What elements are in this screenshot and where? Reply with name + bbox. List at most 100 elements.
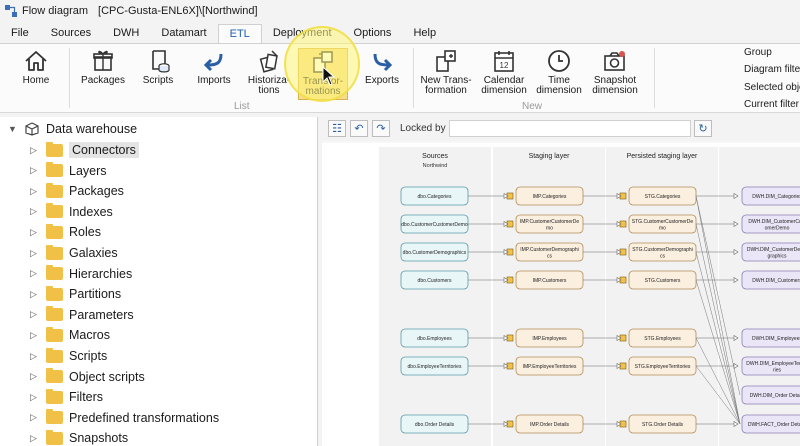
app-icon <box>5 5 17 17</box>
expand-icon[interactable]: ▷ <box>30 165 40 176</box>
diagram-canvas[interactable]: Sources Staging layer Persisted staging la… <box>322 143 800 446</box>
tree-item[interactable]: ▷ Layers <box>30 161 107 181</box>
tree-item[interactable]: ▷ Hierarchies <box>30 264 132 284</box>
layer-title: Persisted staging layer <box>627 153 698 160</box>
folder-icon <box>46 326 63 342</box>
tree-item[interactable]: ▷ Indexes <box>30 202 113 222</box>
expand-icon[interactable]: ▷ <box>30 309 40 320</box>
node-label: dbo.CustomerCustomerDemo <box>401 222 468 228</box>
list-view-button[interactable]: ☷ <box>328 120 346 137</box>
selected-objects-label[interactable]: Selected objects <box>744 82 800 93</box>
node-label: STG.CustomerDemographi <box>632 247 693 253</box>
tab-help[interactable]: Help <box>402 24 447 44</box>
tree-item-label: Indexes <box>69 204 113 219</box>
redo-button[interactable]: ↷ <box>372 120 390 137</box>
folder-icon <box>46 244 63 260</box>
layer-title: Staging layer <box>529 153 571 160</box>
calendar-icon: 12 <box>494 51 514 72</box>
tree-item[interactable]: ▷ Predefined transformations <box>30 408 219 428</box>
group-dropdown-label[interactable]: Group <box>744 47 772 58</box>
historizations-button[interactable]: Historiza- tions <box>244 48 294 100</box>
refresh-button[interactable]: ↻ <box>694 120 712 137</box>
tab-datamart[interactable]: Datamart <box>150 24 217 44</box>
node-label: DWH.DIM_Categories <box>752 194 800 200</box>
flow-diagram-panel: ☷ ↶ ↷ Locked by ↻ Sources Staging layer Pe… <box>322 117 800 446</box>
expand-icon[interactable]: ▷ <box>30 289 40 300</box>
node-label: DWH.DIM_Employees <box>752 336 800 342</box>
new-transformation-button[interactable]: New Trans- formation <box>420 48 472 100</box>
tree-item[interactable]: ▷ Connectors <box>30 140 139 160</box>
historizations-label: Historiza- tions <box>247 75 291 96</box>
window-context: [CPC-Gusta-ENL6X]\[Northwind] <box>98 5 258 17</box>
tree-item[interactable]: ▷ Galaxies <box>30 243 118 263</box>
group-separator <box>413 48 414 108</box>
calendar-dimension-button[interactable]: 12 Calendar dimension <box>478 48 530 100</box>
packages-button[interactable]: Packages <box>80 48 126 100</box>
tab-etl[interactable]: ETL <box>217 24 262 44</box>
tab-deployment[interactable]: Deployment <box>262 24 343 44</box>
tree-item[interactable]: ▷ Scripts <box>30 346 107 366</box>
locked-by-field <box>449 120 691 137</box>
undo-button[interactable]: ↶ <box>350 120 368 137</box>
scripts-button[interactable]: Scripts <box>136 48 180 100</box>
expand-icon[interactable]: ▷ <box>30 371 40 382</box>
flow-diagram-window: Flow diagram [CPC-Gusta-ENL6X]\[Northwin… <box>0 0 800 446</box>
expand-icon[interactable]: ▷ <box>30 433 40 444</box>
tree-item[interactable]: ▷ Filters <box>30 387 103 407</box>
object-tree: ▼ Data warehouse ▷ Connectors ▷ Layers ▷ Pack… <box>0 117 318 446</box>
expand-icon[interactable]: ▷ <box>30 227 40 238</box>
expand-icon[interactable]: ▷ <box>30 392 40 403</box>
expand-icon[interactable]: ▷ <box>30 186 40 197</box>
tree-item-label: Layers <box>69 163 107 178</box>
tree-item[interactable]: ▷ Roles <box>30 222 101 242</box>
expand-icon[interactable]: ▷ <box>30 268 40 279</box>
snapshot-dimension-button[interactable]: Snapshot dimension <box>588 48 642 100</box>
tree-item[interactable]: ▷ Parameters <box>30 305 134 325</box>
expand-icon[interactable]: ▷ <box>30 412 40 423</box>
tab-sources[interactable]: Sources <box>40 24 102 44</box>
time-dimension-label: Time dimension <box>536 75 582 96</box>
folder-icon <box>46 203 63 219</box>
cube-icon <box>25 122 39 136</box>
tree-item[interactable]: ▷ Packages <box>30 181 124 201</box>
script-icon <box>152 50 170 73</box>
tab-options[interactable]: Options <box>343 24 403 44</box>
tree-item-label: Macros <box>69 328 110 343</box>
folder-icon <box>46 409 63 425</box>
folder-icon <box>46 141 63 157</box>
time-dimension-button[interactable]: Time dimension <box>534 48 584 100</box>
tree-item-label: Hierarchies <box>69 266 133 281</box>
expand-icon[interactable]: ▷ <box>30 248 40 259</box>
packages-label: Packages <box>81 75 125 86</box>
expand-icon[interactable]: ▷ <box>30 145 40 156</box>
collapse-icon[interactable]: ▼ <box>8 124 18 134</box>
tree-item[interactable]: ▷ Object scripts <box>30 367 145 387</box>
expand-icon[interactable]: ▷ <box>30 351 40 362</box>
export-icon <box>373 53 393 72</box>
tree-item-label: Scripts <box>69 349 108 363</box>
node-label: STG.CustomerCustomerDe <box>632 219 694 225</box>
node-label: STG.EmployeeTerritories <box>635 364 691 370</box>
tab-file[interactable]: File <box>0 24 40 44</box>
exports-button[interactable]: Exports <box>360 48 404 100</box>
expand-icon[interactable]: ▷ <box>30 330 40 341</box>
new-transformation-label: New Trans- formation <box>420 75 472 96</box>
node-label: dbo.Order Details <box>415 422 455 428</box>
redo-icon: ↷ <box>376 123 386 135</box>
current-filter-label[interactable]: Current filter <box>744 99 799 110</box>
diagram-filter-label[interactable]: Diagram filter <box>744 64 800 75</box>
node-label: DWH.DIM_EmployeeTerrito <box>746 361 800 367</box>
home-button[interactable]: Home <box>14 48 58 100</box>
tree-root[interactable]: ▼ Data warehouse <box>8 119 137 139</box>
tree-item[interactable]: ▷ Snapshots <box>30 428 128 446</box>
node-label: dbo.Customers <box>418 278 452 284</box>
tree-item[interactable]: ▷ Partitions <box>30 284 121 304</box>
tab-dwh[interactable]: DWH <box>102 24 150 44</box>
expand-icon[interactable]: ▷ <box>30 206 40 217</box>
node-label: cs <box>547 253 553 259</box>
svg-text:12: 12 <box>500 61 509 70</box>
node-label: cs <box>660 253 666 259</box>
tree-item[interactable]: ▷ Macros <box>30 325 110 345</box>
node-label: IMP.Customers <box>533 278 567 284</box>
imports-button[interactable]: Imports <box>192 48 236 100</box>
